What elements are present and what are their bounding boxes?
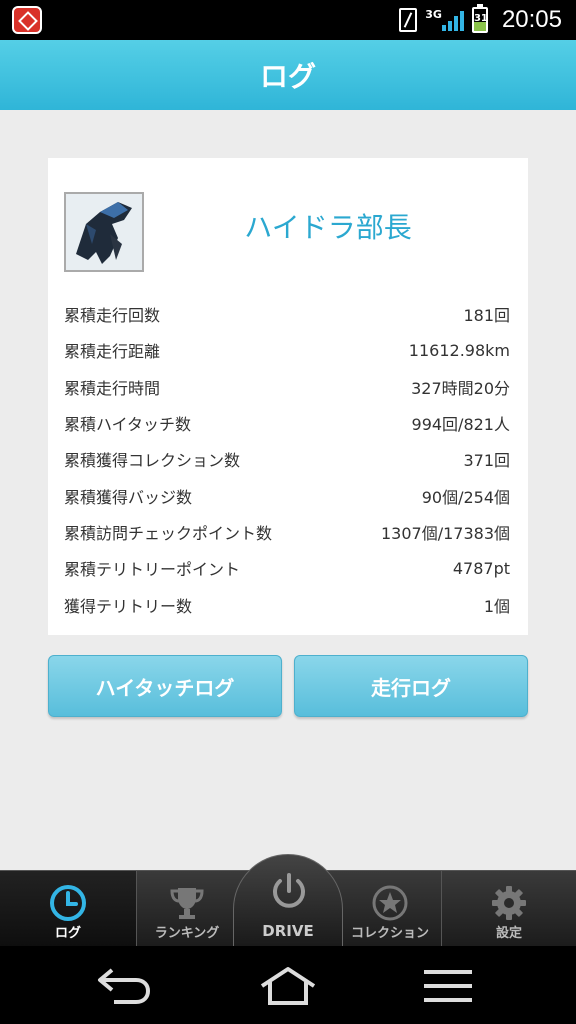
avatar-image-icon [66,194,142,270]
app-notification-icon [12,6,42,34]
stat-label: 累積訪問チェックポイント数 [64,523,273,543]
system-nav-bar [0,946,576,1024]
tab-label: 設定 [495,926,522,941]
avatar [64,192,144,272]
stat-value: 327時間20分 [411,378,510,398]
stat-row: 累積走行距離 11612.98km [64,332,510,368]
tab-log[interactable]: ログ [0,871,136,947]
stat-row: 獲得テリトリー数 1個 [64,586,510,622]
menu-icon[interactable] [420,966,476,1006]
signal-icon [441,9,464,31]
stat-row: 累積訪問チェックポイント数 1307個/17383個 [64,514,510,550]
tab-collection[interactable]: コレクション [340,871,440,947]
status-bar: 3G 31 20:05 [0,0,576,40]
profile-card: ハイドラ部長 累積走行回数 181回 累積走行距離 11612.98km 累積走… [48,158,528,635]
network-type: 3G [425,7,442,21]
stat-value: 181回 [463,306,510,326]
nfc-icon [399,8,418,32]
stat-row: 累積獲得コレクション数 371回 [64,441,510,477]
stat-label: 累積走行距離 [64,342,161,362]
power-icon [273,873,305,908]
tab-settings[interactable]: 設定 [441,871,576,947]
tab-label: コレクション [350,926,429,941]
tab-ranking[interactable]: ランキング [137,871,237,947]
stat-label: 累積獲得バッジ数 [64,487,193,507]
drive-label: DRIVE [262,922,314,940]
stat-label: 累積獲得コレクション数 [64,451,241,471]
page-title: ログ [259,60,316,93]
back-icon[interactable] [92,966,156,1006]
stat-label: 累積走行回数 [64,306,161,326]
stat-row: 累積獲得バッジ数 90個/254個 [64,477,510,513]
tab-label: ランキング [154,926,220,941]
home-icon[interactable] [256,966,320,1006]
gear-icon [492,886,526,920]
battery-level: 31 [473,13,488,24]
stats-list: 累積走行回数 181回 累積走行距離 11612.98km 累積走行時間 327… [64,296,510,623]
clock-icon [50,885,86,921]
tab-label: ログ [54,926,81,941]
stat-label: 累積走行時間 [64,378,161,398]
stat-value: 371回 [463,451,510,471]
stat-label: 獲得テリトリー数 [64,596,193,616]
stat-value: 1個 [483,596,510,616]
app-header: ログ [0,40,576,110]
star-icon [372,885,408,921]
stat-value: 11612.98km [408,340,510,360]
stat-label: 累積テリトリーポイント [64,560,241,580]
trophy-icon [170,888,204,919]
username: ハイドラ部長 [244,211,412,244]
stat-value: 1307個/17383個 [380,523,510,543]
stat-value: 90個/254個 [421,487,510,507]
clock: 20:05 [501,6,562,33]
battery-icon: 31 [471,4,488,33]
stat-row: 累積テリトリーポイント 4787pt [64,550,510,586]
drive-log-button[interactable]: 走行ログ [294,655,528,717]
stat-row: 累積走行回数 181回 [64,296,510,332]
hightouch-log-button[interactable]: ハイタッチログ [48,655,282,717]
main-content: ハイドラ部長 累積走行回数 181回 累積走行距離 11612.98km 累積走… [0,110,576,870]
stat-value: 4787pt [452,558,510,578]
stat-label: 累積ハイタッチ数 [64,415,192,435]
stat-value: 994回/821人 [411,415,510,435]
stat-row: 累積走行時間 327時間20分 [64,369,510,405]
stat-row: 累積ハイタッチ数 994回/821人 [64,405,510,441]
